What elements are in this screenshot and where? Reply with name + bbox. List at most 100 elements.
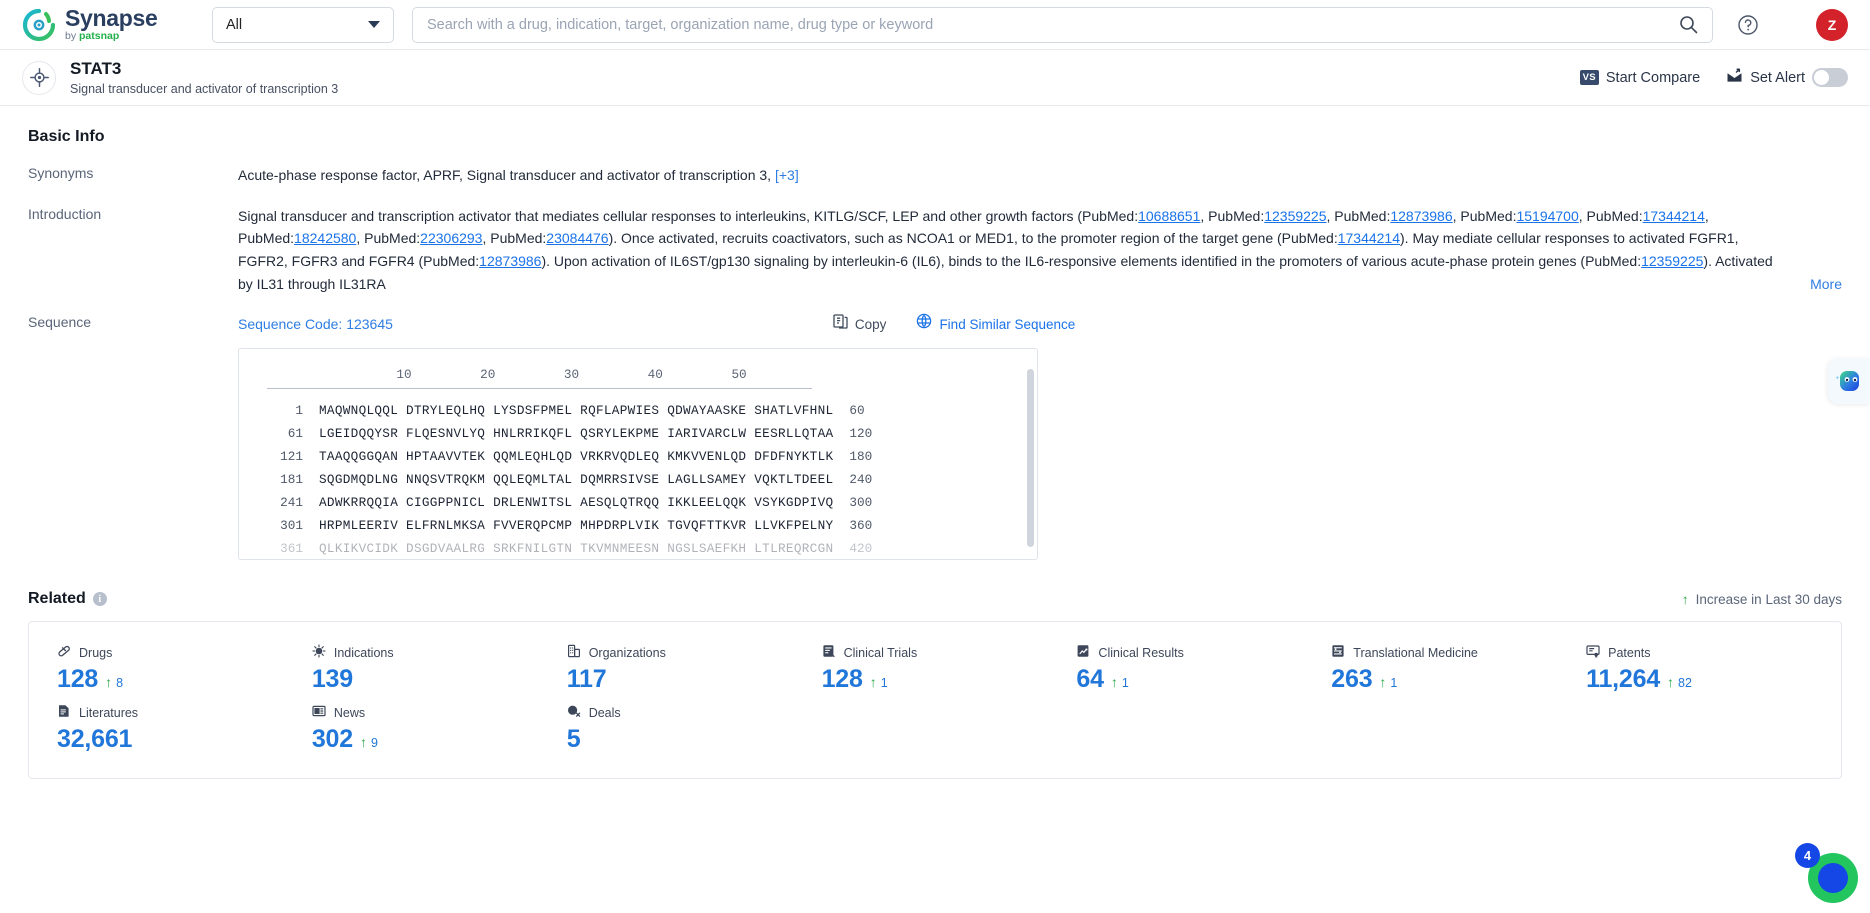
ai-assistant-icon[interactable] (1828, 358, 1870, 404)
sequence-label: Sequence (28, 314, 92, 331)
synonyms-value: Acute-phase response factor, APRF, Signa… (238, 167, 772, 183)
stat-delta-value: 1 (1390, 676, 1398, 691)
brand-logo[interactable]: Synapse by patsnap (22, 7, 182, 42)
news-icon (312, 704, 326, 721)
stat-header: Clinical Trials (822, 644, 1063, 661)
stat-header: News (312, 704, 553, 721)
stat-delta-value: 8 (116, 676, 124, 691)
sequence-ruler-line (267, 387, 812, 389)
stat-header: Patents (1586, 644, 1827, 661)
stat-value[interactable]: 128 (822, 665, 863, 694)
sequence-table: 1 MAQWNQLQQL DTRYLEQLHQ LYSDSFPMEL RQFLAP… (267, 400, 872, 559)
stat-card-patents[interactable]: Patents 11,264 ↑ 82 (1572, 644, 1827, 694)
introduction-fragment: , PubMed: (356, 230, 421, 247)
translational-icon (1331, 644, 1345, 661)
stat-label: Organizations (588, 645, 666, 660)
clipboard-icon (822, 644, 836, 661)
stat-label: Patents (1608, 645, 1651, 660)
apps-grid-icon[interactable] (1779, 16, 1796, 33)
patent-icon (1586, 644, 1600, 661)
find-similar-label: Find Similar Sequence (939, 316, 1076, 332)
stat-card-drugs[interactable]: Drugs 128 ↑ 8 (43, 644, 298, 694)
pubmed-link[interactable]: 15194700 (1516, 208, 1578, 224)
sequence-code-link[interactable]: Sequence Code: 123645 (238, 313, 393, 336)
arrow-up-icon: ↑ (1681, 591, 1689, 607)
pubmed-link[interactable]: 17344214 (1643, 208, 1705, 224)
introduction-text: Signal transducer and transcription acti… (238, 208, 1773, 292)
sequence-scrollbar[interactable] (1027, 369, 1034, 548)
set-alert-toggle[interactable] (1812, 68, 1848, 87)
stat-value[interactable]: 64 (1076, 665, 1104, 694)
find-similar-sequence-button[interactable]: Find Similar Sequence (916, 313, 1075, 336)
pubmed-link[interactable]: 18242580 (294, 230, 356, 246)
target-action-group: VS Start Compare Set Alert (1579, 68, 1848, 88)
stat-delta: ↑ 1 (1111, 675, 1129, 690)
pubmed-link[interactable]: 12873986 (479, 253, 541, 269)
stat-card-clinical-results[interactable]: Clinical Results 64 ↑ 1 (1062, 644, 1317, 694)
stat-card-news[interactable]: News 302 ↑ 9 (298, 704, 553, 754)
copy-label: Copy (854, 316, 887, 332)
target-header: STAT3 Signal transducer and activator of… (0, 50, 1870, 106)
stat-value[interactable]: 5 (567, 725, 581, 754)
pubmed-link[interactable]: 12359225 (1264, 208, 1326, 224)
related-header: Related i ↑ Increase in Last 30 days (28, 590, 1842, 608)
start-compare-label: Start Compare (1605, 69, 1701, 86)
synonyms-row: Synonyms Acute-phase response factor, AP… (28, 164, 1842, 187)
sequence-line: 121 TAAQQGGQAN HPTAAVVTEK QQMLEQHLQD VRKR… (267, 446, 872, 469)
stat-header: Indications (312, 644, 553, 661)
stat-value[interactable]: 11,264 (1586, 665, 1660, 694)
sequence-start-index: 241 (280, 495, 303, 510)
pubmed-link[interactable]: 12359225 (1641, 253, 1703, 269)
introduction-fragment: , PubMed: (1200, 207, 1265, 224)
help-icon[interactable] (1737, 14, 1759, 36)
sequence-toolbar: Sequence Code: 123645 Copy Find Similar … (238, 313, 1842, 336)
stat-value[interactable]: 302 (312, 725, 353, 754)
stat-value[interactable]: 139 (312, 665, 353, 694)
stat-card-indications[interactable]: Indications 139 (298, 644, 553, 694)
introduction-more-link[interactable]: More (1810, 273, 1842, 296)
info-icon[interactable]: i (92, 592, 107, 607)
basic-info-title: Basic Info (28, 128, 105, 145)
stat-card-literatures[interactable]: Literatures 32,661 (43, 704, 298, 754)
stat-value[interactable]: 117 (567, 665, 607, 694)
pubmed-link[interactable]: 23084476 (546, 230, 608, 246)
sequence-residues: HRPMLEERIV ELFRNLMKSA FVVERQPCMP MHPDRPL… (319, 518, 834, 533)
stat-delta-value: 1 (880, 676, 888, 691)
stat-delta: ↑ 82 (1667, 675, 1692, 690)
stat-header: Drugs (57, 644, 298, 661)
arrow-up-icon: ↑ (1667, 674, 1675, 691)
search-scope-select[interactable]: All (212, 6, 394, 43)
synonyms-more-link[interactable]: [+3] (775, 167, 799, 183)
top-navigation-bar: Synapse by patsnap All Z (0, 0, 1870, 50)
search-icon[interactable] (1679, 15, 1698, 34)
stat-card-clinical-trials[interactable]: Clinical Trials 128 ↑ 1 (808, 644, 1063, 694)
pubmed-link[interactable]: 12873986 (1390, 208, 1452, 224)
stat-card-deals[interactable]: e Deals 5 (553, 704, 808, 754)
search-input[interactable] (427, 16, 1679, 33)
sequence-viewer[interactable]: 10 20 30 40 50 1 MAQWNQLQQL DTRYLEQLHQ LY… (238, 348, 1038, 561)
set-alert-control[interactable]: Set Alert (1726, 68, 1848, 88)
stat-card-translational-medicine[interactable]: Translational Medicine 263 ↑ 1 (1317, 644, 1572, 694)
sequence-end-index: 60 (849, 403, 865, 418)
pubmed-link[interactable]: 10688651 (1138, 208, 1200, 224)
pubmed-link[interactable]: 17344214 (1338, 230, 1400, 246)
stat-value[interactable]: 263 (1331, 665, 1372, 694)
introduction-fragment: ). Once activated, recruits coactivators… (608, 230, 1338, 247)
sequence-body: Sequence Code: 123645 Copy Find Similar … (238, 313, 1842, 561)
global-search[interactable] (412, 6, 1713, 43)
stat-label: Deals (588, 705, 621, 720)
copy-button[interactable]: Copy (833, 314, 887, 336)
arrow-up-icon: ↑ (1379, 674, 1387, 691)
start-compare-button[interactable]: VS Start Compare (1579, 69, 1701, 86)
copy-icon (833, 314, 848, 336)
sequence-residues: TAAQQGGQAN HPTAAVVTEK QQMLEQHLQD VRKRVQD… (319, 449, 834, 464)
avatar[interactable]: Z (1816, 8, 1848, 41)
arrow-up-icon: ↑ (869, 674, 877, 691)
introduction-fragment: , PubMed: (1452, 207, 1517, 224)
sequence-line: 181 SQGDMQDLNG NNQSVTRQKM QQLEQMLTAL DQMR… (267, 469, 872, 492)
sequence-start-index: 361 (280, 541, 303, 556)
stat-value[interactable]: 128 (57, 665, 98, 694)
stat-card-organizations[interactable]: Organizations 117 (553, 644, 808, 694)
pubmed-link[interactable]: 22306293 (420, 230, 482, 246)
stat-value[interactable]: 32,661 (57, 725, 132, 754)
